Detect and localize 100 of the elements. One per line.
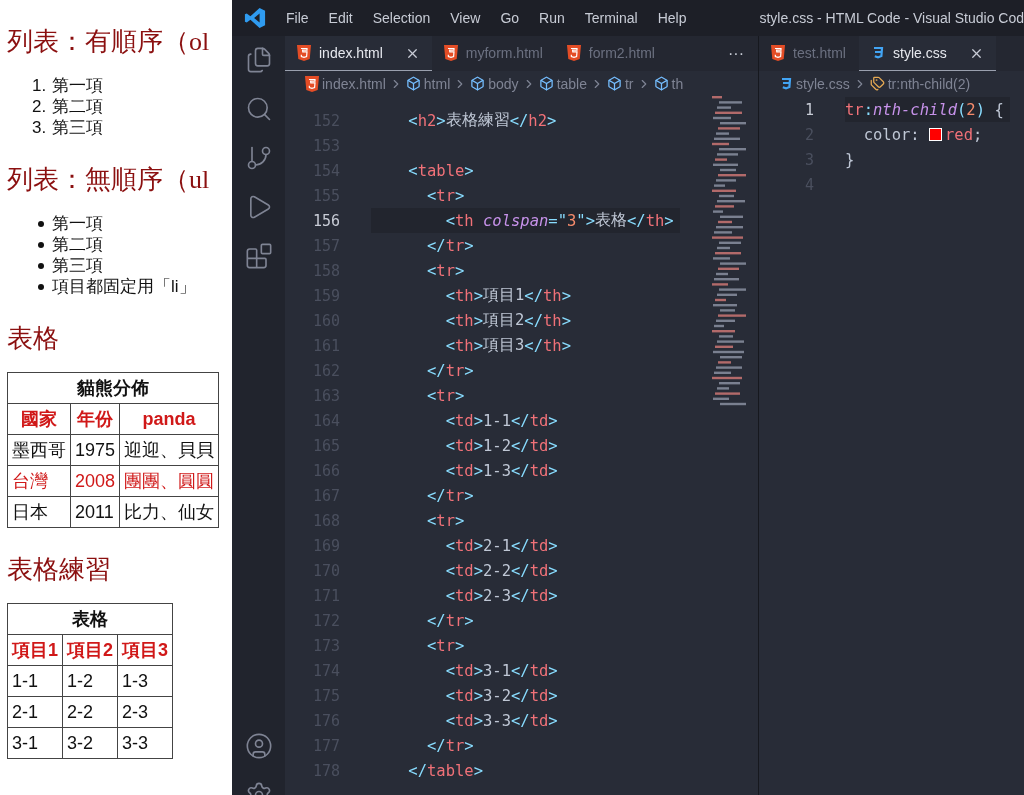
code-line: <th>項目1</th> xyxy=(444,285,572,307)
more-actions-button[interactable]: ··· xyxy=(714,36,758,71)
table-header-cell: 貓熊分佈 xyxy=(7,372,219,404)
editor-tab[interactable]: index.html xyxy=(285,36,432,71)
cube-icon xyxy=(607,76,622,91)
breadcrumb-item[interactable]: html xyxy=(423,75,451,92)
code-line: </tr> xyxy=(426,735,474,757)
code-line: </tr> xyxy=(426,360,474,382)
blocks-icon[interactable] xyxy=(244,242,273,270)
cube-icon xyxy=(538,76,554,91)
table-cell: 墨西哥 xyxy=(7,434,71,466)
table-cell: 1-2 xyxy=(62,665,118,697)
html-file-icon xyxy=(297,45,311,61)
css-file-icon xyxy=(871,45,885,61)
menu-item[interactable]: Help xyxy=(657,10,687,26)
code-line: <tr> xyxy=(426,510,465,532)
menu-item[interactable]: Run xyxy=(539,10,565,26)
table-cell: 比力、仙女 xyxy=(119,496,219,528)
bullet-icon xyxy=(38,241,44,248)
code-line: <tr> xyxy=(426,385,465,407)
page-heading: 表格練習 xyxy=(7,554,111,586)
color-swatch[interactable] xyxy=(929,128,942,141)
code-line: <td>3-1</td> xyxy=(444,660,558,682)
cube-icon xyxy=(405,76,421,91)
page-heading: 表格 xyxy=(7,323,59,355)
list-item-text: 項目都固定用「li」 xyxy=(52,276,196,297)
list-number: 1. xyxy=(32,75,46,96)
code-line: <td>1-3</td> xyxy=(444,460,558,482)
table-header-cell: panda xyxy=(119,403,219,435)
list-item-text: 第一項 xyxy=(52,213,103,234)
editor-tab[interactable]: style.css xyxy=(859,36,996,71)
menu-item[interactable]: View xyxy=(450,10,481,26)
breadcrumb-item[interactable]: index.html xyxy=(322,75,386,92)
bullet-icon xyxy=(38,283,44,290)
table-cell: 3-1 xyxy=(7,727,63,759)
bullet-icon xyxy=(38,220,44,227)
code-line: } xyxy=(845,149,855,171)
breadcrumb-item[interactable]: body xyxy=(488,75,519,92)
table-header-cell: 年份 xyxy=(70,403,120,435)
minimap-drawing[interactable] xyxy=(712,96,746,406)
breadcrumb-item[interactable]: tr xyxy=(625,75,634,92)
breadcrumb-item[interactable]: style.css xyxy=(796,75,850,92)
code-line: <tr> xyxy=(426,185,465,207)
html-file-icon xyxy=(443,45,458,61)
table-header-cell: 國家 xyxy=(7,403,71,435)
code-line: <th>項目2</th> xyxy=(444,310,572,332)
menu-item[interactable]: Go xyxy=(500,10,520,26)
code-line: <table> xyxy=(407,160,474,182)
menu-item[interactable]: Terminal xyxy=(584,10,638,26)
list-item-text: 第一項 xyxy=(52,75,103,96)
breadcrumb-item[interactable]: tr:nth-child(2) xyxy=(887,75,971,92)
table-cell: 1-1 xyxy=(7,665,63,697)
table-cell: 3-3 xyxy=(117,727,173,759)
page-heading: 列表：有順序（ol xyxy=(7,26,210,58)
code-line: <h2>表格練習</h2> xyxy=(407,110,557,132)
breadcrumb-item[interactable]: table xyxy=(556,75,587,92)
bullet-icon xyxy=(38,262,44,269)
app-logo-icon xyxy=(244,7,266,29)
code-line: <th>項目3</th> xyxy=(444,335,572,357)
code-line: <td>1-2</td> xyxy=(444,435,558,457)
account-icon[interactable] xyxy=(244,732,273,760)
table-header-cell: 項目1 xyxy=(7,634,63,666)
tags-icon xyxy=(869,76,885,91)
page-heading: 列表：無順序（ul xyxy=(7,164,210,196)
menu-item[interactable]: File xyxy=(286,10,309,26)
html-file-icon xyxy=(305,75,319,92)
line-number: 156 xyxy=(311,211,340,230)
code-line: color: red; xyxy=(862,124,983,146)
list-item-text: 第三項 xyxy=(52,255,103,276)
css-file-icon xyxy=(779,75,793,92)
menu-item[interactable]: Edit xyxy=(328,10,353,26)
table-cell: 2-2 xyxy=(62,696,118,728)
table-cell: 2-3 xyxy=(117,696,173,728)
code-line: </table> xyxy=(407,760,483,782)
list-number: 3. xyxy=(32,117,46,138)
code-line: </tr> xyxy=(426,235,474,257)
cube-icon xyxy=(653,76,669,91)
table-cell: 1-3 xyxy=(117,665,173,697)
list-item-text: 第二項 xyxy=(52,96,103,117)
code-line: </tr> xyxy=(426,610,474,632)
code-line: <td>2-2</td> xyxy=(444,560,558,582)
breadcrumb-item[interactable]: th xyxy=(671,75,684,92)
table-cell: 1975 xyxy=(70,434,120,466)
code-line: </tr> xyxy=(426,485,474,507)
line-number: 1 xyxy=(803,100,814,119)
table-header-cell: 項目3 xyxy=(117,634,173,666)
table-cell: 2011 xyxy=(70,496,120,528)
window-title: style.css - HTML Code - Visual Studio Cod xyxy=(759,10,1024,26)
list-item-text: 第三項 xyxy=(52,117,103,138)
table-cell: 3-2 xyxy=(62,727,118,759)
code-line: <td>1-1</td> xyxy=(444,410,558,432)
code-line: <td>3-2</td> xyxy=(444,685,558,707)
table-cell: 團團、圓圓 xyxy=(119,465,219,497)
table-cell: 台灣 xyxy=(7,465,71,497)
html-file-icon xyxy=(566,45,581,61)
table-header-cell: 項目2 xyxy=(62,634,118,666)
table-cell: 2-1 xyxy=(7,696,63,728)
menu-item[interactable]: Selection xyxy=(372,10,431,26)
table-header-cell: 表格 xyxy=(7,603,173,635)
list-item-text: 第二項 xyxy=(52,234,103,255)
